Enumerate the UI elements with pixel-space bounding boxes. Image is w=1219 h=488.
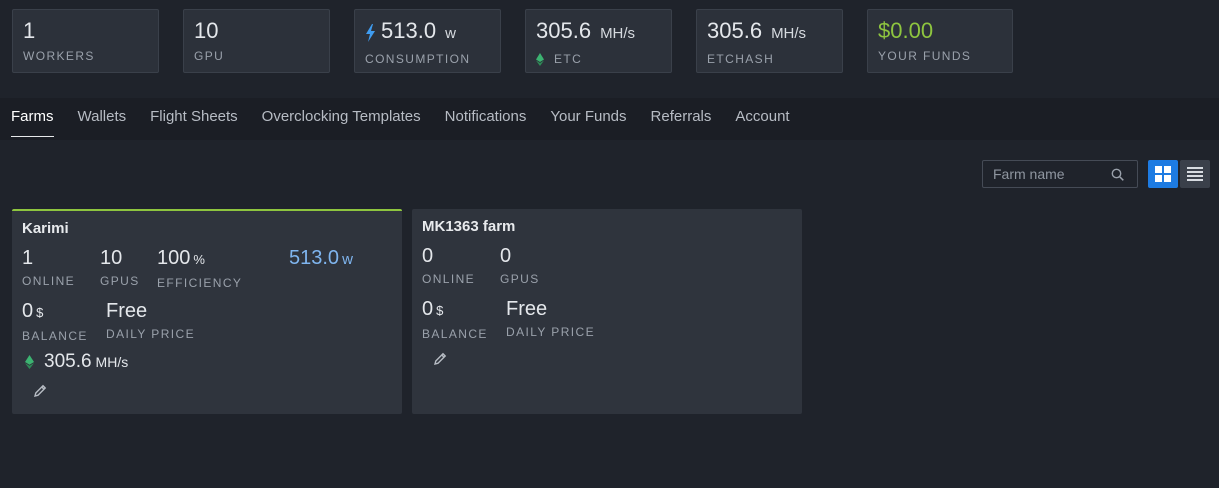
- funds-value: $0.00: [878, 18, 934, 43]
- power-unit: w: [342, 251, 353, 268]
- balance-value: 0: [22, 300, 34, 322]
- tabs-bar: Farms Wallets Flight Sheets Overclocking…: [0, 98, 1219, 140]
- stat-workers: 1 WORKERS: [12, 9, 159, 73]
- etc-unit: MH/s: [600, 25, 636, 42]
- daily-price-value: Free: [106, 300, 148, 322]
- tab-farms[interactable]: Farms: [11, 108, 54, 137]
- list-view-button[interactable]: [1180, 160, 1210, 188]
- farm-card-mk1363[interactable]: MK1363 farm 0 ONLINE 0 GPUS 0 $ BALANCE …: [412, 209, 802, 414]
- daily-price-label: DAILY PRICE: [506, 325, 595, 339]
- list-icon: [1187, 167, 1203, 181]
- efficiency-label: EFFICIENCY: [157, 276, 243, 290]
- tab-flight-sheets[interactable]: Flight Sheets: [150, 108, 238, 137]
- funds-label: YOUR FUNDS: [878, 49, 972, 63]
- stat-funds[interactable]: $0.00 YOUR FUNDS: [867, 9, 1013, 73]
- stat-gpu: 10 GPU: [183, 9, 330, 73]
- hashrate-unit: MH/s: [95, 354, 129, 370]
- daily-price-value: Free: [506, 298, 548, 320]
- farm-card-karimi[interactable]: Karimi 1 ONLINE 10 GPUS 100 % EFFICIENCY…: [12, 209, 402, 414]
- balance-value: 0: [422, 298, 434, 320]
- balance-unit: $: [36, 305, 44, 320]
- farm-name[interactable]: Karimi: [22, 220, 69, 237]
- farm-balance: 0 $ BALANCE: [422, 297, 488, 341]
- farm-daily-price: Free DAILY PRICE: [106, 299, 195, 341]
- gpus-value: 10: [100, 247, 123, 269]
- efficiency-value: 100: [157, 247, 191, 269]
- efficiency-unit: %: [193, 252, 205, 267]
- tab-referrals[interactable]: Referrals: [651, 108, 712, 137]
- power-value: 513.0: [289, 247, 340, 269]
- balance-unit: $: [436, 303, 444, 318]
- gpus-value: 0: [500, 245, 512, 267]
- tab-notifications[interactable]: Notifications: [445, 108, 527, 137]
- gpus-label: GPUS: [100, 274, 140, 288]
- gpu-value: 10: [194, 18, 219, 43]
- consumption-label: CONSUMPTION: [365, 52, 471, 66]
- farm-gpus: 0 GPUS: [500, 244, 540, 286]
- workers-value: 1: [23, 18, 36, 43]
- tab-account[interactable]: Account: [735, 108, 789, 137]
- gpus-label: GPUS: [500, 272, 540, 286]
- online-label: ONLINE: [422, 272, 476, 286]
- farm-daily-price: Free DAILY PRICE: [506, 297, 595, 339]
- workers-label: WORKERS: [23, 49, 95, 63]
- farm-balance: 0 $ BALANCE: [22, 299, 88, 343]
- tab-overclocking-templates[interactable]: Overclocking Templates: [262, 108, 421, 137]
- stats-bar: 1 WORKERS 10 GPU 513.0 w CONSUMPTION 305…: [12, 9, 1013, 73]
- tab-your-funds[interactable]: Your Funds: [550, 108, 626, 137]
- lightning-icon: [366, 23, 375, 42]
- edit-pencil-icon[interactable]: [33, 384, 47, 398]
- etchash-value: 305.6: [707, 18, 763, 43]
- ethereum-icon: [536, 52, 544, 66]
- online-value: 0: [422, 245, 434, 267]
- stat-etc: 305.6 MH/s ETC: [525, 9, 672, 73]
- farm-name[interactable]: MK1363 farm: [422, 218, 515, 235]
- farm-power: 513.0 w: [289, 246, 353, 272]
- farm-gpus: 10 GPUS: [100, 246, 140, 288]
- stat-consumption: 513.0 w CONSUMPTION: [354, 9, 501, 73]
- balance-label: BALANCE: [22, 329, 88, 343]
- online-value: 1: [22, 247, 34, 269]
- search-icon[interactable]: [1111, 168, 1124, 181]
- balance-label: BALANCE: [422, 327, 488, 341]
- consumption-value: 513.0: [381, 18, 437, 43]
- farm-search: [982, 160, 1138, 188]
- farm-online: 1 ONLINE: [22, 246, 75, 288]
- stat-etchash: 305.6 MH/s ETCHASH: [696, 9, 843, 73]
- daily-price-label: DAILY PRICE: [106, 327, 195, 341]
- online-label: ONLINE: [22, 274, 76, 288]
- main-tabs: Farms Wallets Flight Sheets Overclocking…: [11, 108, 790, 137]
- grid-icon: [1155, 166, 1171, 182]
- farm-hashrate: 305.6 MH/s: [25, 351, 128, 373]
- ethereum-icon: [25, 355, 34, 369]
- tab-wallets[interactable]: Wallets: [78, 108, 127, 137]
- farm-name-search-input[interactable]: [993, 166, 1111, 182]
- grid-view-button[interactable]: [1148, 160, 1178, 188]
- farm-online: 0 ONLINE: [422, 244, 475, 286]
- gpu-label: GPU: [194, 49, 225, 63]
- consumption-unit: w: [445, 25, 456, 42]
- etc-label: ETC: [554, 52, 583, 66]
- etchash-unit: MH/s: [771, 25, 807, 42]
- edit-pencil-icon[interactable]: [433, 352, 447, 366]
- etchash-label: ETCHASH: [707, 52, 775, 66]
- farm-efficiency: 100 % EFFICIENCY: [157, 246, 242, 290]
- etc-value: 305.6: [536, 18, 592, 43]
- hashrate-value: 305.6: [44, 351, 92, 372]
